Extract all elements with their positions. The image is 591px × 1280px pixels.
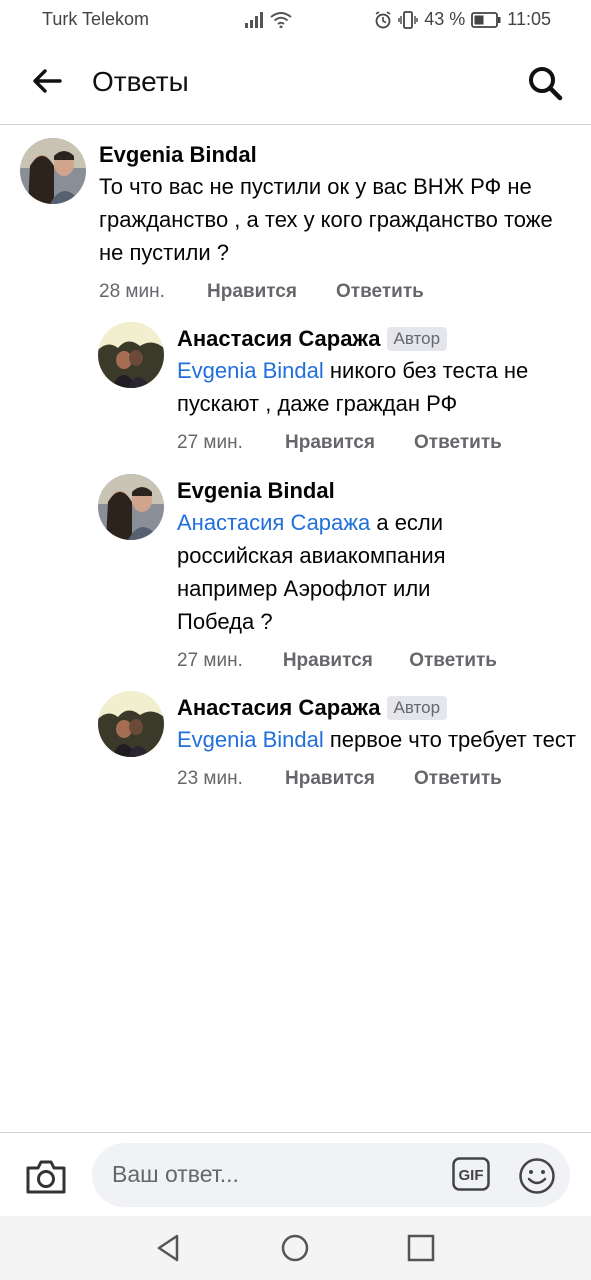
system-nav-bar <box>0 1216 591 1280</box>
battery-percent: 43 % <box>424 9 466 29</box>
mention-link[interactable]: Анастасия Саража <box>177 510 370 535</box>
comment-text: Анастасия Саража а если российская авиак… <box>177 506 497 638</box>
comment-meta: 23 мин. Нравится Ответить <box>177 768 577 790</box>
reply-button[interactable]: Ответить <box>414 768 502 790</box>
avatar[interactable] <box>98 474 164 540</box>
comment-time: 27 мин. <box>177 432 243 453</box>
comment-meta: 28 мин. Нравится Ответить <box>99 281 569 303</box>
comment-time: 23 мин. <box>177 768 243 789</box>
comment-body: первое что требует тест <box>323 727 576 752</box>
app-header: Ответы <box>0 40 591 125</box>
reply-placeholder: Ваш ответ... <box>112 1161 239 1187</box>
avatar[interactable] <box>98 322 164 388</box>
alarm-icon <box>375 10 391 28</box>
reply-button[interactable]: Ответить <box>336 281 424 303</box>
comment-author[interactable]: Анастасия Саража <box>177 326 381 351</box>
avatar[interactable] <box>98 691 164 757</box>
reply-button[interactable]: Ответить <box>414 432 502 454</box>
camera-icon[interactable] <box>24 1156 68 1196</box>
gif-label: GIF <box>459 1167 484 1184</box>
like-button[interactable]: Нравится <box>283 650 409 672</box>
back-arrow-icon[interactable] <box>30 64 64 98</box>
author-badge: Автор <box>386 696 448 720</box>
page-title: Ответы <box>92 66 189 97</box>
like-button[interactable]: Нравится <box>285 768 414 790</box>
carrier-label: Turk Telekom <box>42 9 150 29</box>
vibrate-icon <box>398 10 418 29</box>
nav-back-icon[interactable] <box>153 1232 185 1264</box>
comment-text: То что вас не пустили ок у вас ВНЖ РФ не… <box>99 174 553 265</box>
nav-home-icon[interactable] <box>279 1232 311 1264</box>
comment-time: 28 мин. <box>99 281 165 302</box>
emoji-icon[interactable] <box>518 1157 556 1195</box>
comment-time: 27 мин. <box>177 650 243 671</box>
status-icons: 43 % 11:05 <box>244 9 551 30</box>
mention-link[interactable]: Evgenia Bindal <box>177 727 324 752</box>
author-badge: Автор <box>386 327 448 351</box>
like-button[interactable]: Нравится <box>285 432 414 454</box>
comment-author[interactable]: Evgenia Bindal <box>99 140 569 170</box>
reply-button[interactable]: Ответить <box>409 650 497 672</box>
comment-meta: 27 мин. Нравится Ответить <box>177 650 497 672</box>
comment-text: Evgenia Bindal первое что требует тест <box>177 723 577 756</box>
comment-author[interactable]: Evgenia Bindal <box>177 476 497 506</box>
status-bar: Turk Telekom 43 % 11:05 <box>0 0 591 40</box>
nav-recents-icon[interactable] <box>405 1232 437 1264</box>
mention-link[interactable]: Evgenia Bindal <box>177 358 324 383</box>
reply-composer: Ваш ответ... GIF <box>0 1132 591 1217</box>
like-button[interactable]: Нравится <box>207 281 336 303</box>
wifi-icon <box>270 11 292 28</box>
comment-text: Evgenia Bindal никого без теста не пуска… <box>177 354 577 420</box>
search-icon[interactable] <box>526 64 564 102</box>
comment-author[interactable]: Анастасия Саража <box>177 695 381 720</box>
comment-meta: 27 мин. Нравится Ответить <box>177 432 577 454</box>
battery-icon <box>471 11 501 28</box>
reply-input[interactable]: Ваш ответ... GIF <box>92 1143 570 1207</box>
gif-icon[interactable]: GIF <box>452 1157 490 1191</box>
avatar[interactable] <box>20 138 86 204</box>
signal-icon <box>245 11 264 28</box>
clock: 11:05 <box>507 9 551 29</box>
